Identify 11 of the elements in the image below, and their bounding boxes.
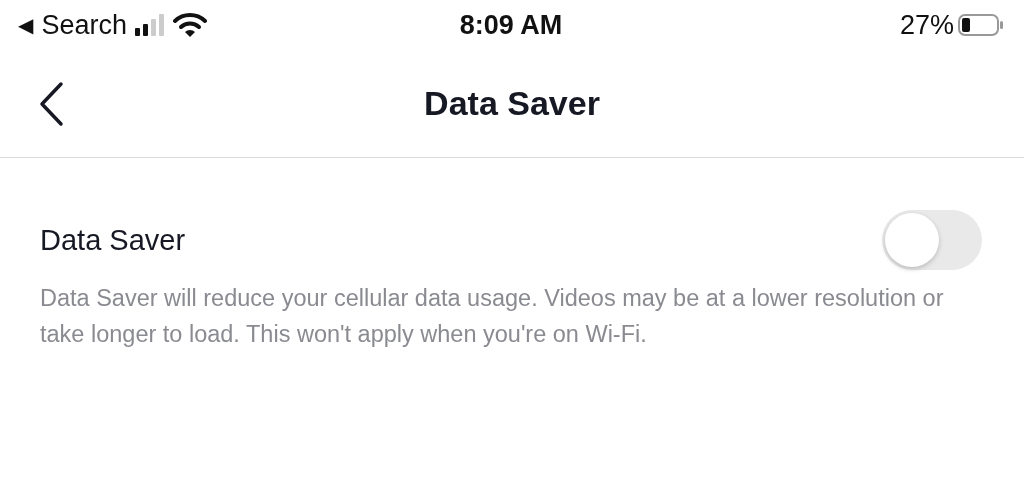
battery-icon [958,13,1004,37]
battery-percent: 27% [899,9,954,41]
setting-description: Data Saver will reduce your cellular data usage. Videos may be at a lower resolution or take longer to load. This won't apply when you're on Wi-Fi. [40,284,945,349]
toggle-switch[interactable] [882,210,982,270]
back-arrow-icon[interactable]: ◀ [18,13,34,37]
setting-label: Data Saver [40,223,186,257]
clock-time: 8:09 AM [459,9,563,41]
signal-icon [134,13,165,37]
back-to-app-link[interactable]: Search [41,9,127,41]
page-title: Data Saver [423,84,601,123]
wifi-icon [172,12,207,38]
